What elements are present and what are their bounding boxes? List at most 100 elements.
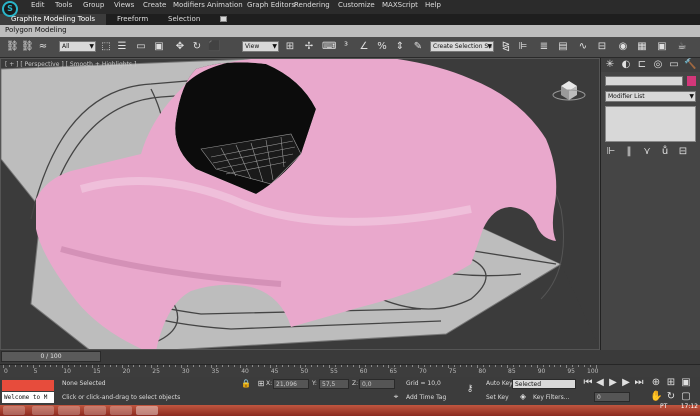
ribbon-minimize-toggle[interactable] xyxy=(220,16,227,22)
maxscript-listener-field[interactable]: Welcome to M xyxy=(2,392,54,403)
make-unique-icon[interactable]: ⋎ xyxy=(641,146,653,158)
maxscript-listener-mini[interactable] xyxy=(2,380,54,391)
select-by-name-icon[interactable]: ☰ xyxy=(116,41,128,53)
go-to-start-icon[interactable]: ⏮ xyxy=(582,377,594,389)
auto-key-button[interactable]: Auto Key xyxy=(486,380,513,387)
set-key-icon[interactable]: ⚷ xyxy=(464,383,476,395)
tab-freeform[interactable]: Freeform xyxy=(117,14,148,25)
taskbar-app-icon[interactable] xyxy=(58,406,80,415)
rotate-icon[interactable]: ↻ xyxy=(191,41,203,53)
spinner-snap-icon[interactable]: ⇕ xyxy=(394,41,406,53)
menu-group[interactable]: Group xyxy=(83,1,104,9)
zoom-all-icon[interactable]: ⊞ xyxy=(665,377,677,389)
remove-modifier-icon[interactable]: ů xyxy=(659,146,671,158)
schematic-view-icon[interactable]: ⊟ xyxy=(596,41,608,53)
menu-modifiers[interactable]: Modifiers xyxy=(173,1,205,9)
polygon-modeling-label[interactable]: Polygon Modeling xyxy=(5,26,67,34)
modifier-stack[interactable] xyxy=(605,106,696,142)
menu-rendering[interactable]: Rendering xyxy=(294,1,330,9)
scale-icon[interactable]: ⬛ xyxy=(208,41,220,53)
x-coordinate-field[interactable]: 21,096 xyxy=(273,379,309,389)
menu-views[interactable]: Views xyxy=(114,1,134,9)
play-icon[interactable]: ▶ xyxy=(607,377,619,389)
unlink-icon[interactable]: ⛓ xyxy=(21,41,34,53)
perspective-viewport[interactable]: [ + ] [ Perspective ] [ Smooth + Highlig… xyxy=(0,58,600,350)
maximize-viewport-icon[interactable]: ▢ xyxy=(680,391,692,403)
track-bar[interactable]: 0 5 10 15 20 25 30 35 40 45 50 55 60 65 70 75 80 85 90 95 10… xyxy=(0,364,700,377)
display-tab-icon[interactable]: ▭ xyxy=(668,59,680,71)
taskbar-3dsmax-icon[interactable] xyxy=(136,406,158,415)
tab-selection[interactable]: Selection xyxy=(168,14,200,25)
time-slider[interactable]: 0 / 100 xyxy=(1,351,101,362)
graphite-toggle-icon[interactable]: ▤ xyxy=(557,41,569,53)
taskbar-app-icon[interactable] xyxy=(84,406,106,415)
reference-coordinate-dropdown[interactable]: View ▼ xyxy=(242,41,279,52)
object-color-swatch[interactable] xyxy=(687,76,696,86)
z-coordinate-field[interactable]: 0,0 xyxy=(359,379,395,389)
language-indicator[interactable]: PT xyxy=(660,403,667,410)
hierarchy-tab-icon[interactable]: ⊏ xyxy=(636,59,648,71)
next-frame-icon[interactable]: ▶ xyxy=(620,377,632,389)
create-tab-icon[interactable]: ✳ xyxy=(604,59,616,71)
modify-tab-icon[interactable]: ◐ xyxy=(620,59,632,71)
align-icon[interactable]: ⊫ xyxy=(517,41,529,53)
menu-tools[interactable]: Tools xyxy=(55,1,72,9)
pan-icon[interactable]: ✋ xyxy=(650,391,662,403)
menu-edit[interactable]: Edit xyxy=(31,1,45,9)
select-manipulate-icon[interactable]: ✢ xyxy=(303,41,315,53)
zoom-icon[interactable]: ⊕ xyxy=(650,377,662,389)
show-end-result-icon[interactable]: ‖ xyxy=(623,146,635,158)
taskbar-app-icon[interactable] xyxy=(110,406,132,415)
named-selection-dropdown[interactable]: Create Selection Se ▼ xyxy=(430,41,494,52)
angle-snap-icon[interactable]: ∠ xyxy=(358,41,370,53)
go-to-end-icon[interactable]: ⏭ xyxy=(633,377,645,389)
set-key-button[interactable]: Set Key xyxy=(486,394,509,401)
curve-editor-icon[interactable]: ∿ xyxy=(577,41,589,53)
zoom-extents-icon[interactable]: ▣ xyxy=(680,377,692,389)
move-icon[interactable]: ✥ xyxy=(174,41,186,53)
window-crossing-icon[interactable]: ▣ xyxy=(153,41,165,53)
rendered-frame-icon[interactable]: ▣ xyxy=(656,41,668,53)
key-mode-dropdown[interactable]: Selected xyxy=(512,379,576,389)
mirror-icon[interactable]: ⧎ xyxy=(500,41,512,53)
add-time-tag-button[interactable]: Add Time Tag xyxy=(406,394,446,401)
snaps-toggle-icon[interactable]: ³ xyxy=(340,41,352,53)
modifier-list-dropdown[interactable]: Modifier List ▼ xyxy=(605,91,696,102)
previous-frame-icon[interactable]: ◀ xyxy=(594,377,606,389)
orbit-icon[interactable]: ↻ xyxy=(665,391,677,403)
link-icon[interactable]: ⛓ xyxy=(6,41,19,53)
render-setup-icon[interactable]: ▦ xyxy=(636,41,648,53)
menu-create[interactable]: Create xyxy=(143,1,166,9)
select-object-icon[interactable]: ⬚ xyxy=(100,41,112,53)
menu-maxscript[interactable]: MAXScript xyxy=(382,1,418,9)
keyboard-shortcut-override-icon[interactable]: ⌨ xyxy=(322,41,336,53)
motion-tab-icon[interactable]: ◎ xyxy=(652,59,664,71)
taskbar-explorer-icon[interactable] xyxy=(32,406,54,415)
time-tag-icon[interactable]: ⌖ xyxy=(390,391,402,403)
menu-help[interactable]: Help xyxy=(425,1,441,9)
bind-space-warp-icon[interactable]: ≈ xyxy=(37,41,49,53)
lock-selection-icon[interactable]: 🔒 xyxy=(240,378,252,390)
edit-named-selection-icon[interactable]: ✎ xyxy=(412,41,424,53)
object-name-field[interactable] xyxy=(605,76,683,86)
utilities-tab-icon[interactable]: 🔨 xyxy=(684,59,696,71)
menu-graph-editors[interactable]: Graph Editors xyxy=(247,1,295,9)
taskbar-clock[interactable]: 17:12 xyxy=(681,403,698,410)
menu-customize[interactable]: Customize xyxy=(338,1,375,9)
pin-stack-icon[interactable]: ⊩ xyxy=(605,146,617,158)
menu-animation[interactable]: Animation xyxy=(207,1,243,9)
percent-snap-icon[interactable]: % xyxy=(376,41,388,53)
layer-manager-icon[interactable]: ≣ xyxy=(538,41,550,53)
current-frame-field[interactable]: 0 xyxy=(594,392,630,402)
viewport-label[interactable]: [ + ] [ Perspective ] [ Smooth + Highlig… xyxy=(5,61,136,68)
tab-graphite-modeling-tools[interactable]: Graphite Modeling Tools xyxy=(0,14,106,25)
app-logo-icon[interactable]: S xyxy=(2,1,18,17)
selection-filter-dropdown[interactable]: All ▼ xyxy=(59,41,96,52)
key-filters-button[interactable]: Key Filters... xyxy=(533,394,570,401)
render-production-icon[interactable]: ☕ xyxy=(676,41,688,53)
y-coordinate-field[interactable]: 57,5 xyxy=(319,379,349,389)
rectangular-selection-icon[interactable]: ▭ xyxy=(135,41,147,53)
configure-sets-icon[interactable]: ⊟ xyxy=(677,146,689,158)
pivot-center-icon[interactable]: ⊞ xyxy=(284,41,296,53)
start-button[interactable] xyxy=(3,406,25,415)
